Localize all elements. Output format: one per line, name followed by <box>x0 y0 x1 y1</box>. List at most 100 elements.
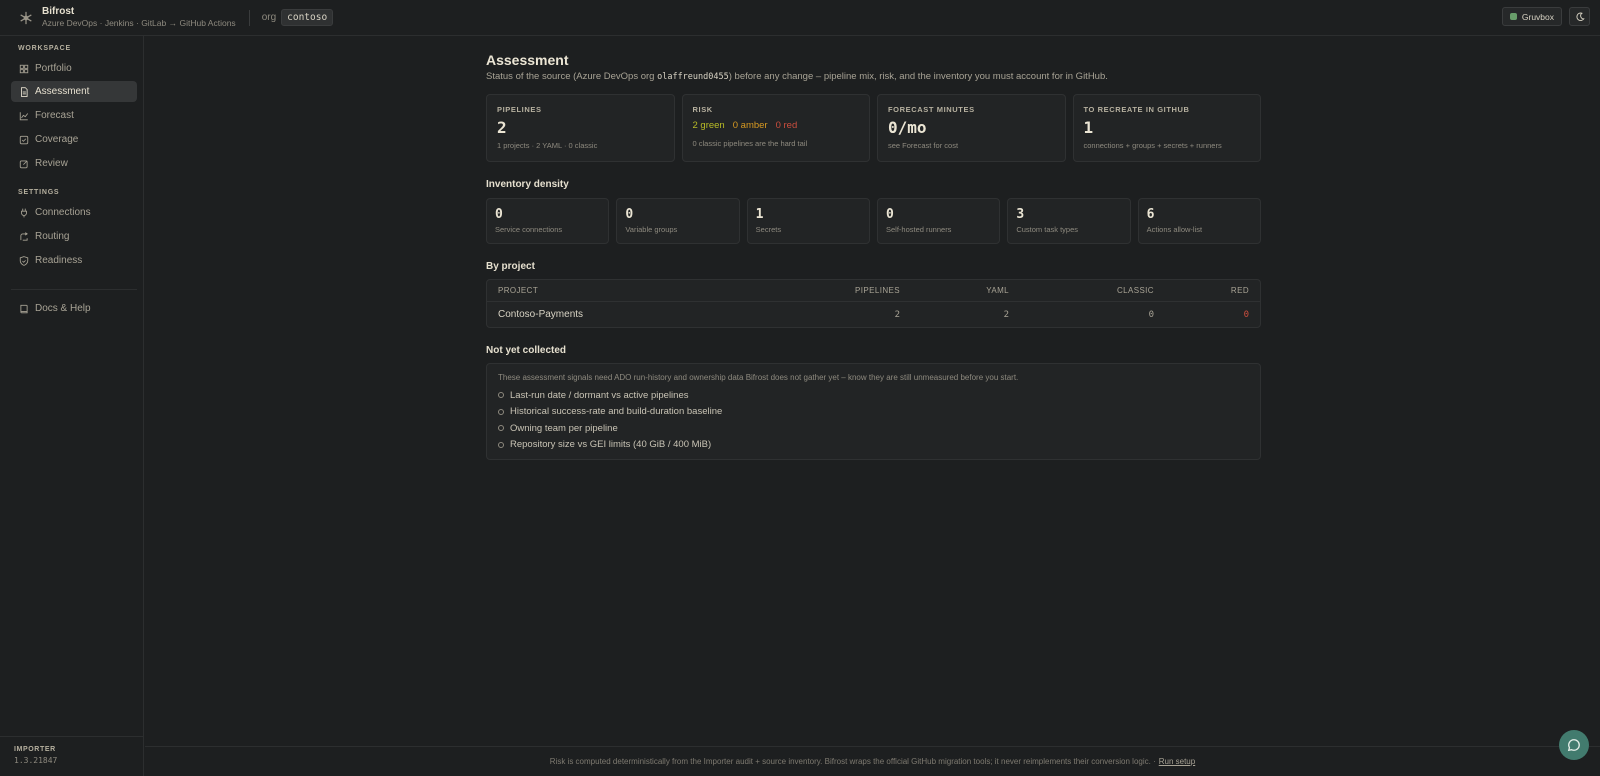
page-footer: Risk is computed deterministically from … <box>145 746 1600 776</box>
main-content: Assessment Status of the source (Azure D… <box>486 52 1261 460</box>
brand[interactable]: Bifrost Azure DevOps · Jenkins · GitLab … <box>42 6 236 28</box>
sidebar-item-assessment[interactable]: Assessment <box>11 81 137 102</box>
sidebar-item-forecast[interactable]: Forecast <box>11 105 137 126</box>
theme-swatch-icon <box>1509 13 1517 20</box>
density-card: 3 Custom task types <box>1007 198 1131 244</box>
sidebar-item-label: Portfolio <box>35 63 72 74</box>
risk-breakdown: 2 green 0 amber 0 red <box>693 120 860 131</box>
stat-note: see Forecast for cost <box>888 141 959 150</box>
sidebar-item-label: Forecast <box>35 110 74 121</box>
density-value: 3 <box>1016 207 1025 222</box>
not-collected-panel: These assessment signals need ADO run-hi… <box>486 363 1261 460</box>
run-setup-link[interactable]: Run setup <box>1159 757 1195 766</box>
sidebar-item-routing[interactable]: Routing <box>11 226 137 247</box>
sidebar: WORKSPACE Portfolio Assessment Forecast … <box>0 36 144 776</box>
sidebar-item-label: Review <box>35 158 68 169</box>
density-value: 0 <box>625 207 634 222</box>
route-icon <box>20 231 28 241</box>
stat-value: 1 <box>1083 118 1094 137</box>
circle-bullet-icon <box>498 441 504 448</box>
stat-label: FORECAST MINUTES <box>888 105 975 114</box>
importer-info: IMPORTER 1.3.21847 <box>0 736 144 776</box>
density-label: Actions allow-list <box>1146 225 1203 234</box>
density-label: Service connections <box>495 225 563 234</box>
list-item-text: Historical success-rate and build-durati… <box>510 406 723 418</box>
book-icon <box>20 304 28 313</box>
density-label: Secrets <box>755 225 782 234</box>
sidebar-item-label: Readiness <box>35 255 83 266</box>
theme-picker-button[interactable]: Gruvbox <box>1501 7 1562 26</box>
stat-card-pipelines: PIPELINES 2 1 projects · 2 YAML · 0 clas… <box>486 94 675 162</box>
grid-icon <box>19 64 29 73</box>
col-pipelines-header: PIPELINES <box>855 286 900 295</box>
col-yaml-header: YAML <box>986 286 1009 295</box>
density-label: Variable groups <box>625 225 678 234</box>
top-separator <box>248 9 250 26</box>
density-card: 6 Actions allow-list <box>1137 198 1261 244</box>
section-title-density: Inventory density <box>486 179 569 190</box>
app-subtitle: Azure DevOps · Jenkins · GitLab → GitHub… <box>42 17 236 28</box>
stat-label: RISK <box>692 105 713 114</box>
page-subtitle: Status of the source (Azure DevOps org o… <box>486 71 1261 82</box>
snowflake-logo-icon <box>20 11 32 24</box>
page-title: Assessment <box>486 52 569 68</box>
chart-line-icon <box>19 111 29 120</box>
density-value: 0 <box>885 207 894 222</box>
circle-bullet-icon <box>498 392 504 399</box>
importer-label: IMPORTER <box>14 746 56 753</box>
sidebar-item-label: Routing <box>35 231 70 242</box>
col-project-header: PROJECT <box>498 286 539 295</box>
sidebar-item-readiness[interactable]: Readiness <box>11 250 137 271</box>
risk-amber: 0 amber <box>732 120 768 131</box>
workspace-section-label: WORKSPACE <box>18 45 71 52</box>
risk-red: 0 red <box>775 120 798 131</box>
app-name: Bifrost <box>42 6 75 18</box>
sidebar-divider <box>11 289 137 290</box>
list-item: Repository size vs GEI limits (40 GiB / … <box>498 437 1249 454</box>
stat-card-risk: RISK 2 green 0 amber 0 red 0 classic pip… <box>681 94 870 162</box>
list-item: Historical success-rate and build-durati… <box>498 404 1249 421</box>
shield-icon <box>19 255 29 266</box>
sidebar-item-docs[interactable]: Docs & Help <box>11 298 137 319</box>
density-value: 6 <box>1146 207 1155 222</box>
density-cards: 0 Service connections 0 Variable groups … <box>486 198 1261 244</box>
stat-label: PIPELINES <box>497 105 542 114</box>
cell-project: Contoso-Payments <box>498 309 584 320</box>
sidebar-item-connections[interactable]: Connections <box>11 202 137 223</box>
sidebar-item-portfolio[interactable]: Portfolio <box>11 58 137 79</box>
chat-button[interactable] <box>1559 730 1589 760</box>
theme-label: Gruvbox <box>1521 11 1554 22</box>
col-red-header: RED <box>1230 286 1249 295</box>
section-title-not-collected: Not yet collected <box>486 345 567 356</box>
dark-mode-toggle[interactable] <box>1569 7 1590 26</box>
list-item-text: Owning team per pipeline <box>510 422 618 434</box>
circle-bullet-icon <box>498 408 504 415</box>
list-item: Owning team per pipeline <box>498 420 1249 437</box>
sidebar-item-coverage[interactable]: Coverage <box>11 129 137 150</box>
stat-value: 0/mo <box>888 118 927 137</box>
org-label: org <box>261 12 277 23</box>
subtitle-before: Status of the source (Azure DevOps org <box>486 71 658 82</box>
stat-note: connections + groups + secrets + runners <box>1083 141 1222 150</box>
stat-card-recreate: TO RECREATE IN GITHUB 1 connections + gr… <box>1072 94 1261 162</box>
importer-version: 1.3.21847 <box>14 756 58 765</box>
table-header: PROJECT PIPELINES YAML CLASSIC RED <box>487 280 1260 302</box>
stat-label: TO RECREATE IN GITHUB <box>1083 105 1190 114</box>
stat-note: 1 projects · 2 YAML · 0 classic <box>497 141 598 150</box>
cell-pipelines: 2 <box>894 309 900 320</box>
not-collected-list: Last-run date / dormant vs active pipeli… <box>498 387 1249 453</box>
subtitle-org: olaffreund0455 <box>657 72 729 82</box>
stat-value: 2 <box>497 118 507 137</box>
org-chip[interactable]: contoso <box>281 9 334 26</box>
chat-bubble-icon <box>1567 739 1580 752</box>
sidebar-item-label: Assessment <box>35 86 90 97</box>
list-item-text: Last-run date / dormant vs active pipeli… <box>510 389 689 401</box>
cell-red: 0 <box>1243 309 1249 320</box>
sidebar-item-review[interactable]: Review <box>11 153 137 174</box>
table-row[interactable]: Contoso-Payments 2 2 0 0 <box>487 302 1260 327</box>
col-classic-header: CLASSIC <box>1116 286 1154 295</box>
density-card: 0 Service connections <box>486 198 610 244</box>
density-value: 0 <box>495 207 503 222</box>
document-icon <box>21 86 28 97</box>
density-card: 0 Self-hosted runners <box>876 198 1001 244</box>
